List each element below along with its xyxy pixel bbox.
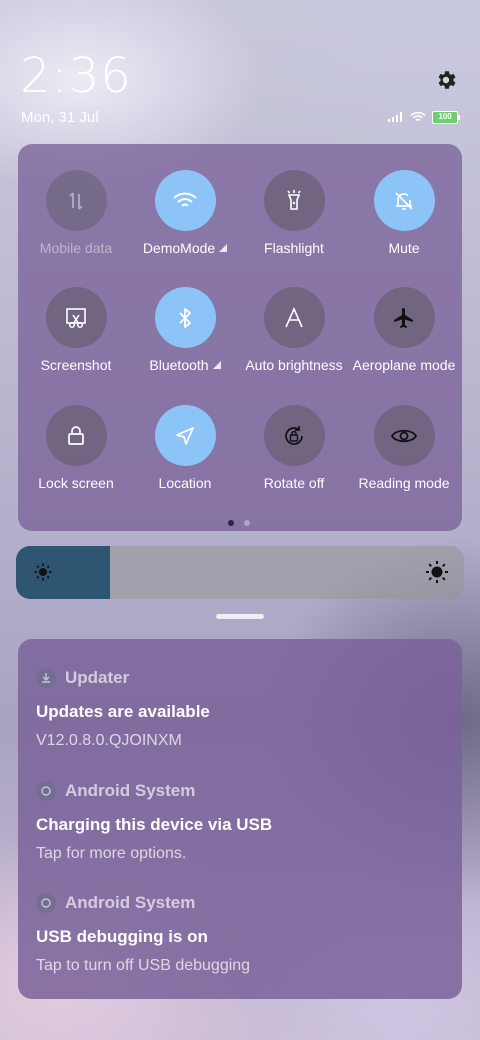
tile-location[interactable]: Location [130, 405, 240, 491]
tile-screenshot[interactable]: Screenshot [21, 287, 131, 373]
android-system-icon [36, 781, 56, 801]
tile-aeroplane-mode[interactable]: Aeroplane mode [349, 287, 459, 373]
notification-title: Charging this device via USB [36, 815, 273, 834]
notification-body: Tap to turn off USB debugging [36, 957, 251, 974]
wifi-icon [154, 170, 216, 231]
auto-brightness-icon [263, 287, 325, 348]
tile-flashlight[interactable]: Flashlight [239, 170, 349, 256]
notification-title: Updates are available [36, 702, 210, 721]
tile-reading-mode[interactable]: Reading mode [349, 405, 459, 491]
date-label[interactable]: Mon, 31 Jul [21, 109, 99, 126]
notification-body: Tap for more options. [36, 845, 187, 862]
airplane-icon [373, 287, 435, 348]
tile-label: Auto brightness [245, 357, 343, 373]
tile-label: Reading mode [358, 475, 450, 491]
page-indicator [228, 520, 250, 526]
tile-label: Aeroplane mode [352, 357, 456, 373]
sun-low-icon [34, 563, 52, 581]
tile-rotate-off[interactable]: Rotate off [239, 405, 349, 491]
battery-level: 100 [438, 112, 452, 121]
status-icons: 100 [388, 110, 464, 124]
tile-label: Flashlight [264, 240, 324, 256]
tile-label: Location [158, 475, 212, 491]
notification-app-name: Android System [65, 781, 196, 800]
wifi-icon [410, 111, 426, 122]
eye-icon [373, 405, 435, 466]
brightness-slider[interactable] [16, 546, 464, 599]
tile-label: Bluetooth [130, 357, 240, 373]
tile-bluetooth[interactable]: Bluetooth [130, 287, 240, 373]
sun-high-icon [426, 561, 448, 583]
mobile-data-icon [45, 170, 107, 231]
tile-label: Mute [388, 240, 420, 256]
signal-icon [388, 112, 402, 122]
tile-lock-screen[interactable]: Lock screen [21, 405, 131, 491]
drag-handle[interactable] [216, 614, 264, 619]
tile-demomode[interactable]: DemoMode [130, 170, 240, 256]
lock-icon [45, 405, 107, 466]
screenshot-icon [45, 287, 107, 348]
tile-label: DemoMode [130, 240, 240, 256]
android-system-icon [36, 893, 56, 913]
notification-usb-debugging[interactable]: Android System USB debugging is on Tap t… [36, 893, 446, 975]
notification-title: USB debugging is on [36, 927, 208, 946]
notification-app-name: Updater [65, 668, 130, 687]
tile-label: Screenshot [40, 357, 112, 373]
rotate-lock-icon [263, 405, 325, 466]
flashlight-icon [263, 170, 325, 231]
tile-label: Lock screen [38, 475, 114, 491]
notification-app-name: Android System [65, 893, 196, 912]
bell-off-icon [373, 170, 435, 231]
tile-mute[interactable]: Mute [349, 170, 459, 256]
expand-arrow-icon [212, 361, 221, 369]
notification-body: V12.0.8.0.QJOINXM [36, 732, 182, 749]
settings-gear-icon[interactable] [432, 66, 460, 94]
location-icon [154, 405, 216, 466]
notification-usb-charging[interactable]: Android System Charging this device via … [36, 781, 446, 863]
tile-mobile-data[interactable]: Mobile data [21, 170, 131, 256]
tile-auto-brightness[interactable]: Auto brightness [239, 287, 349, 373]
tile-label: Rotate off [263, 475, 325, 491]
page-dot-2[interactable] [244, 520, 250, 526]
clock-time[interactable]: 2:36 [20, 48, 132, 104]
expand-arrow-icon [219, 244, 228, 252]
tile-label: Mobile data [39, 240, 113, 256]
bluetooth-icon [154, 287, 216, 348]
brightness-fill [16, 546, 111, 599]
updater-app-icon [36, 668, 56, 688]
page-dot-1[interactable] [228, 520, 234, 526]
battery-icon: 100 [432, 110, 460, 124]
notification-updater[interactable]: Updater Updates are available V12.0.8.0.… [36, 668, 446, 750]
